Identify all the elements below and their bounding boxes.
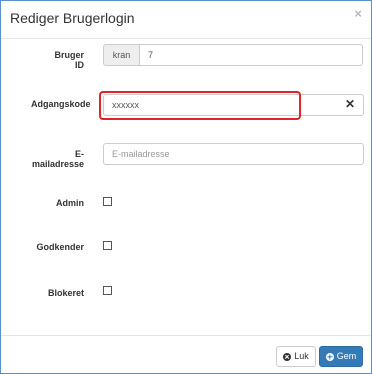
blocked-label: Blokeret: [47, 288, 84, 298]
plus-circle-icon: [325, 352, 334, 361]
edit-user-login-dialog: Rediger Brugerlogin × Bruger ID kran Adg…: [0, 0, 372, 374]
dialog-footer: [1, 335, 371, 336]
times-circle-icon: [283, 352, 292, 361]
close-button[interactable]: Luk: [276, 346, 316, 367]
user-id-input[interactable]: [139, 44, 363, 66]
approver-checkbox[interactable]: [103, 241, 112, 250]
close-icon[interactable]: ×: [354, 6, 362, 21]
user-id-label: Bruger ID: [54, 50, 84, 70]
email-input[interactable]: [103, 143, 364, 165]
approver-label: Godkender: [36, 242, 84, 252]
password-label: Adgangskode: [31, 99, 91, 109]
clear-password-icon[interactable]: ✕: [345, 97, 355, 111]
password-input[interactable]: [103, 94, 364, 116]
save-button[interactable]: Gem: [319, 346, 363, 367]
user-id-prefix: kran: [103, 44, 139, 66]
blocked-checkbox[interactable]: [103, 286, 112, 295]
dialog-title: Rediger Brugerlogin: [10, 10, 135, 26]
admin-label: Admin: [56, 198, 84, 208]
dialog-header: Rediger Brugerlogin ×: [1, 1, 371, 39]
email-label: E-mailadresse: [31, 149, 84, 169]
admin-checkbox[interactable]: [103, 197, 112, 206]
save-button-label: Gem: [336, 351, 357, 361]
close-button-label: Luk: [294, 351, 309, 361]
